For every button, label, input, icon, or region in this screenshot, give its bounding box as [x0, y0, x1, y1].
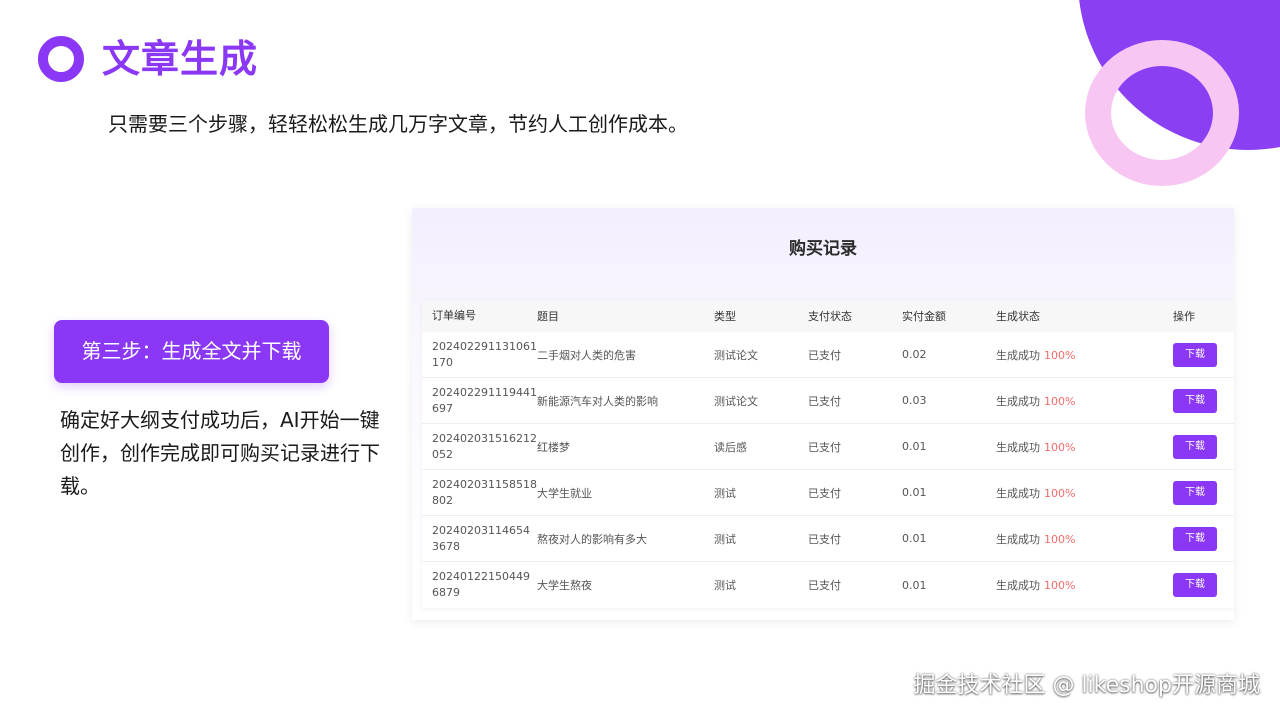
order-id: 202402291131061 170: [422, 339, 537, 371]
download-button[interactable]: 下载: [1173, 434, 1217, 459]
order-id-part: 202402031158518: [432, 477, 537, 491]
paid-amount: 0.02: [902, 348, 927, 361]
record-table: 订单编号 题目 类型 支付状态 实付金额 生成状态 操作 20240229113…: [422, 300, 1234, 608]
order-type: 测试: [714, 579, 736, 592]
table-row: 20240122150449 6879 大学生熬夜 测试 已支付 0.01 生成成…: [422, 562, 1234, 608]
order-id-part: 170: [432, 355, 453, 369]
order-type: 测试: [714, 532, 736, 546]
order-id-part: 202402291119441: [432, 385, 537, 399]
order-id-part: 697: [432, 401, 453, 415]
column-header: 题目: [537, 310, 559, 323]
order-topic: 大学生就业: [537, 486, 592, 500]
order-type: 测试: [714, 486, 736, 500]
paid-amount: 0.01: [902, 532, 927, 545]
order-id: 202402031516212 052: [422, 431, 537, 463]
action-cell: 下载: [1163, 434, 1234, 459]
column-header: 类型: [714, 310, 736, 323]
payment-status: 已支付: [808, 348, 841, 362]
payment-status: 已支付: [808, 394, 841, 408]
order-id-part: 20240122150449: [432, 570, 530, 583]
payment-status: 已支付: [808, 579, 841, 592]
order-topic: 大学生熬夜: [537, 579, 592, 592]
payment-status: 已支付: [808, 486, 841, 500]
table-row: 202402031158518 802 大学生就业 测试 已支付 0.01 生成成…: [422, 470, 1234, 516]
generation-percent: 100%: [1044, 486, 1076, 500]
order-topic: 熬夜对人的影响有多大: [537, 532, 647, 546]
generation-percent: 100%: [1044, 440, 1076, 454]
paid-amount: 0.01: [902, 486, 927, 499]
generation-percent: 100%: [1044, 532, 1076, 546]
generation-status-text: 生成成功: [996, 440, 1040, 454]
slide: 文章生成 只需要三个步骤，轻轻松松生成几万字文章，节约人工创作成本。 第三步：生…: [0, 0, 1280, 720]
generation-status-text: 生成成功: [996, 486, 1040, 500]
generation-percent: 100%: [1044, 394, 1076, 408]
step-description: 确定好大纲支付成功后，AI开始一键创作，创作完成即可购买记录进行下载。: [60, 408, 380, 498]
paid-amount: 0.01: [902, 578, 927, 592]
watermark: 掘金技术社区 @ likeshop开源商城: [913, 673, 1260, 698]
generation-percent: 100%: [1044, 348, 1076, 362]
download-button[interactable]: 下载: [1173, 388, 1217, 413]
download-button[interactable]: 下载: [1173, 526, 1217, 551]
order-id-part: 202402031516212: [432, 431, 537, 445]
order-id: 202402291119441 697: [422, 385, 537, 417]
generation-status: 生成成功 100%: [986, 577, 1163, 593]
order-id-part: 052: [432, 447, 453, 461]
payment-status: 已支付: [808, 440, 841, 454]
paid-amount: 0.01: [902, 440, 927, 453]
order-id: 20240203114654 3678: [422, 523, 530, 555]
table-row: 20240203114654 3678 熬夜对人的影响有多大 测试 已支付 0.0…: [422, 516, 1234, 562]
title-ring-icon: [38, 36, 84, 82]
table-row: 202402031516212 052 红楼梦 读后感 已支付 0.01 生成成功…: [422, 424, 1234, 470]
generation-status-text: 生成成功: [996, 348, 1040, 362]
step-label: 第三步：生成全文并下载: [54, 320, 329, 383]
action-cell: 下载: [1163, 388, 1234, 413]
purchase-record-screenshot: 购买记录 订单编号 题目 类型 支付状态 实付金额 生成状态 操作 202402…: [412, 208, 1234, 620]
order-id: 202402031158518 802: [422, 477, 537, 509]
column-header: 操作: [1173, 310, 1195, 323]
generation-status: 生成成功 100%: [986, 439, 1163, 455]
generation-status: 生成成功 100%: [986, 393, 1163, 409]
table-row: 202402291131061 170 二手烟对人类的危害 测试论文 已支付 0.…: [422, 332, 1234, 378]
action-cell: 下载: [1163, 342, 1234, 367]
order-type: 测试论文: [714, 394, 758, 408]
order-topic: 二手烟对人类的危害: [537, 348, 636, 362]
download-button[interactable]: 下载: [1173, 480, 1217, 505]
order-type: 测试论文: [714, 348, 758, 362]
corner-decoration-ring: [1085, 40, 1239, 186]
order-id-part: 802: [432, 493, 453, 507]
page-title: 文章生成: [102, 37, 259, 81]
generation-status-text: 生成成功: [996, 532, 1040, 546]
action-cell: 下载: [1163, 573, 1234, 597]
generation-status: 生成成功 100%: [986, 485, 1163, 501]
payment-status: 已支付: [808, 532, 841, 546]
generation-status: 生成成功 100%: [986, 531, 1163, 547]
column-header: 生成状态: [996, 310, 1040, 323]
paid-amount: 0.03: [902, 394, 927, 407]
order-id-part: 20240203114654: [432, 523, 530, 537]
order-id: 20240122150449 6879: [422, 569, 530, 601]
generation-status-text: 生成成功: [996, 579, 1040, 592]
action-cell: 下载: [1163, 526, 1234, 551]
action-cell: 下载: [1163, 480, 1234, 505]
order-id-part: 3678: [432, 539, 460, 553]
download-button[interactable]: 下载: [1173, 342, 1217, 367]
column-header: 实付金额: [902, 310, 946, 323]
download-button[interactable]: 下载: [1173, 573, 1217, 597]
record-title: 购买记录: [789, 239, 857, 259]
column-header: 订单编号: [432, 309, 476, 322]
page-subtitle: 只需要三个步骤，轻轻松松生成几万字文章，节约人工创作成本。: [108, 112, 688, 136]
order-type: 读后感: [714, 440, 747, 454]
order-id-part: 6879: [432, 586, 460, 599]
generation-status: 生成成功 100%: [986, 347, 1163, 363]
table-header: 订单编号 题目 类型 支付状态 实付金额 生成状态 操作: [422, 300, 1234, 332]
order-topic: 红楼梦: [537, 440, 570, 454]
generation-status-text: 生成成功: [996, 394, 1040, 408]
order-topic: 新能源汽车对人类的影响: [537, 394, 658, 408]
generation-percent: 100%: [1044, 579, 1076, 592]
column-header: 支付状态: [808, 310, 852, 323]
order-id-part: 202402291131061: [432, 339, 537, 353]
table-row: 202402291119441 697 新能源汽车对人类的影响 测试论文 已支付 …: [422, 378, 1234, 424]
